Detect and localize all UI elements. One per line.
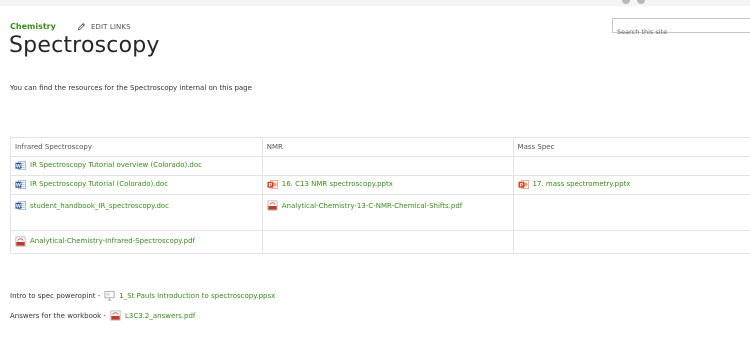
- file-name: student_handbook_IR_spectroscopy.doc: [30, 201, 170, 210]
- word-doc-icon: W: [15, 200, 26, 211]
- pencil-icon: [77, 22, 86, 31]
- table-cell: W IR Spectroscopy Tutorial (Colorado).doc: [10, 175, 263, 195]
- file-link[interactable]: Analytical-Chemistry-13-C-NMR-Chemical-S…: [267, 200, 462, 211]
- extra-line-label: Answers for the workbook -: [10, 311, 106, 320]
- table-cell: Analytical-Chemistry-Infrared-Spectrosco…: [10, 230, 263, 254]
- extra-line-answers: Answers for the workbook - L3C3.2_answer…: [10, 310, 195, 321]
- follow-icon[interactable]: [637, 0, 645, 4]
- file-link[interactable]: P 17. mass spectrometry.pptx: [517, 179, 631, 190]
- table-header-row: Infrared Spectroscopy NMR Mass Spec: [10, 137, 750, 157]
- file-link[interactable]: P 16. C13 NMR spectroscopy.pptx: [267, 179, 393, 190]
- powerpoint-icon: P: [517, 179, 529, 190]
- svg-text:W: W: [16, 204, 21, 210]
- svg-text:W: W: [16, 182, 21, 188]
- table-cell: [512, 230, 750, 254]
- powerpoint-icon: P: [267, 179, 278, 190]
- extra-line-intro: Intro to spec poweropint - 1_St Pauls In…: [10, 290, 275, 301]
- file-link[interactable]: W IR Spectroscopy Tutorial overview (Colo…: [15, 160, 202, 171]
- table-cell: P 16. C13 NMR spectroscopy.pptx: [261, 175, 514, 195]
- svg-text:W: W: [16, 163, 21, 169]
- table-cell: [512, 194, 750, 231]
- file-name: 16. C13 NMR spectroscopy.pptx: [281, 180, 393, 188]
- table-cell: [261, 230, 514, 254]
- word-doc-icon: W: [15, 160, 26, 171]
- file-name: 1_St Pauls Introduction to spectroscopy.…: [119, 291, 276, 300]
- pdf-icon: [267, 200, 278, 211]
- table-cell: P 17. mass spectrometry.pptx: [512, 175, 750, 195]
- file-name: Analytical-Chemistry-Infrared-Spectrosco…: [30, 237, 195, 245]
- table-cell: Analytical-Chemistry-13-C-NMR-Chemical-S…: [261, 194, 514, 231]
- table-cell: [512, 156, 750, 176]
- word-doc-icon: W: [15, 179, 26, 190]
- file-name: IR Spectroscopy Tutorial overview (Color…: [30, 161, 203, 169]
- table-row: Analytical-Chemistry-Infrared-Spectrosco…: [10, 230, 750, 254]
- intro-text: You can find the resources for the Spect…: [10, 84, 252, 92]
- file-link[interactable]: Analytical-Chemistry-Infrared-Spectrosco…: [15, 236, 195, 247]
- page-title: Spectroscopy: [9, 33, 160, 58]
- site-link-chemistry[interactable]: Chemistry: [10, 22, 56, 31]
- table-row: W IR Spectroscopy Tutorial (Colorado).doc…: [10, 175, 750, 195]
- file-name: L3C3.2_answers.pdf: [124, 311, 196, 320]
- extra-line-label: Intro to spec poweropint -: [10, 291, 101, 300]
- file-link[interactable]: L3C3.2_answers.pdf: [110, 310, 195, 321]
- file-link[interactable]: Wstudent_handbook_IR_spectroscopy.doc: [15, 200, 169, 211]
- pdf-icon: [15, 236, 26, 247]
- table-row: Wstudent_handbook_IR_spectroscopy.doc Ana…: [10, 194, 750, 231]
- top-toolbar-strip: [0, 0, 750, 6]
- edit-links-label: EDIT LINKS: [91, 22, 131, 31]
- table-row: W IR Spectroscopy Tutorial overview (Colo…: [10, 156, 750, 176]
- column-header-nmr[interactable]: NMR: [261, 137, 514, 157]
- resources-table: Infrared Spectroscopy NMR Mass Spec W IR …: [10, 137, 750, 254]
- slideshow-icon: [104, 290, 115, 301]
- table-cell: [261, 156, 514, 176]
- file-name: 17. mass spectrometry.pptx: [532, 180, 631, 188]
- search-input[interactable]: [613, 25, 750, 39]
- table-cell: W IR Spectroscopy Tutorial overview (Colo…: [10, 156, 263, 176]
- share-icon[interactable]: [622, 0, 630, 4]
- file-link[interactable]: 1_St Pauls Introduction to spectroscopy.…: [104, 290, 275, 301]
- pdf-icon: [110, 310, 121, 321]
- table-cell: Wstudent_handbook_IR_spectroscopy.doc: [10, 194, 263, 231]
- search-box[interactable]: [612, 18, 750, 39]
- file-name: Analytical-Chemistry-13-C-NMR-Chemical-S…: [281, 201, 463, 210]
- column-header-mass-spec[interactable]: Mass Spec: [512, 137, 750, 157]
- file-link[interactable]: W IR Spectroscopy Tutorial (Colorado).doc: [15, 179, 168, 190]
- column-header-infrared[interactable]: Infrared Spectroscopy: [10, 137, 263, 157]
- edit-links-button[interactable]: EDIT LINKS: [77, 22, 131, 31]
- file-name: IR Spectroscopy Tutorial (Colorado).doc: [30, 180, 169, 188]
